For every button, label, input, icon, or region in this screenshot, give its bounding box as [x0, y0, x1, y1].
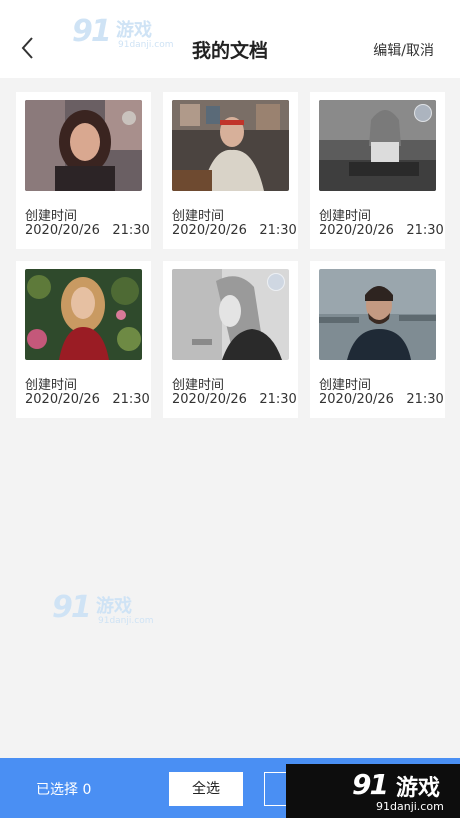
created-time-label: 创建时间: [172, 209, 225, 224]
created-time-label: 创建时间: [25, 209, 78, 224]
created-datetime: 2020/20/26 21:30: [319, 223, 444, 238]
edit-cancel-button[interactable]: 编辑/取消: [373, 40, 434, 60]
created-datetime: 2020/20/26 21:30: [319, 392, 444, 407]
select-checkbox[interactable]: [414, 104, 432, 122]
created-datetime: 2020/20/26 21:30: [25, 223, 150, 238]
created-datetime: 2020/20/26 21:30: [172, 392, 297, 407]
header-bar: 我的文档 编辑/取消: [0, 0, 460, 78]
created-datetime: 2020/20/26 21:30: [172, 223, 297, 238]
watermark-logo-bottom: 91 游戏 91danji.com: [286, 764, 460, 818]
created-time-label: 创建时间: [172, 378, 225, 393]
document-card[interactable]: 创建时间 2020/20/26 21:30: [16, 261, 151, 418]
watermark-logo-top: 91 游戏 91danji.com: [72, 14, 174, 50]
document-card[interactable]: 创建时间 2020/20/26 21:30: [310, 92, 445, 249]
document-thumbnail: [25, 269, 142, 360]
document-thumbnail: [172, 100, 289, 191]
document-thumbnail: [25, 100, 142, 191]
document-thumbnail: [319, 100, 436, 191]
document-card[interactable]: 创建时间 2020/20/26 21:30: [16, 92, 151, 249]
created-datetime: 2020/20/26 21:30: [25, 392, 150, 407]
select-all-button[interactable]: 全选: [169, 772, 243, 806]
document-card[interactable]: 创建时间 2020/20/26 21:30: [163, 261, 298, 418]
selected-count: 已选择 0: [36, 782, 92, 798]
select-checkbox[interactable]: [267, 273, 285, 291]
created-time-label: 创建时间: [319, 209, 372, 224]
document-thumbnail: [319, 269, 436, 360]
document-card[interactable]: 创建时间 2020/20/26 21:30: [163, 92, 298, 249]
created-time-label: 创建时间: [319, 378, 372, 393]
watermark-logo-mid: 91 游戏 91danji.com: [52, 590, 154, 626]
created-time-label: 创建时间: [25, 378, 78, 393]
document-thumbnail: [172, 269, 289, 360]
document-card[interactable]: 创建时间 2020/20/26 21:30: [310, 261, 445, 418]
